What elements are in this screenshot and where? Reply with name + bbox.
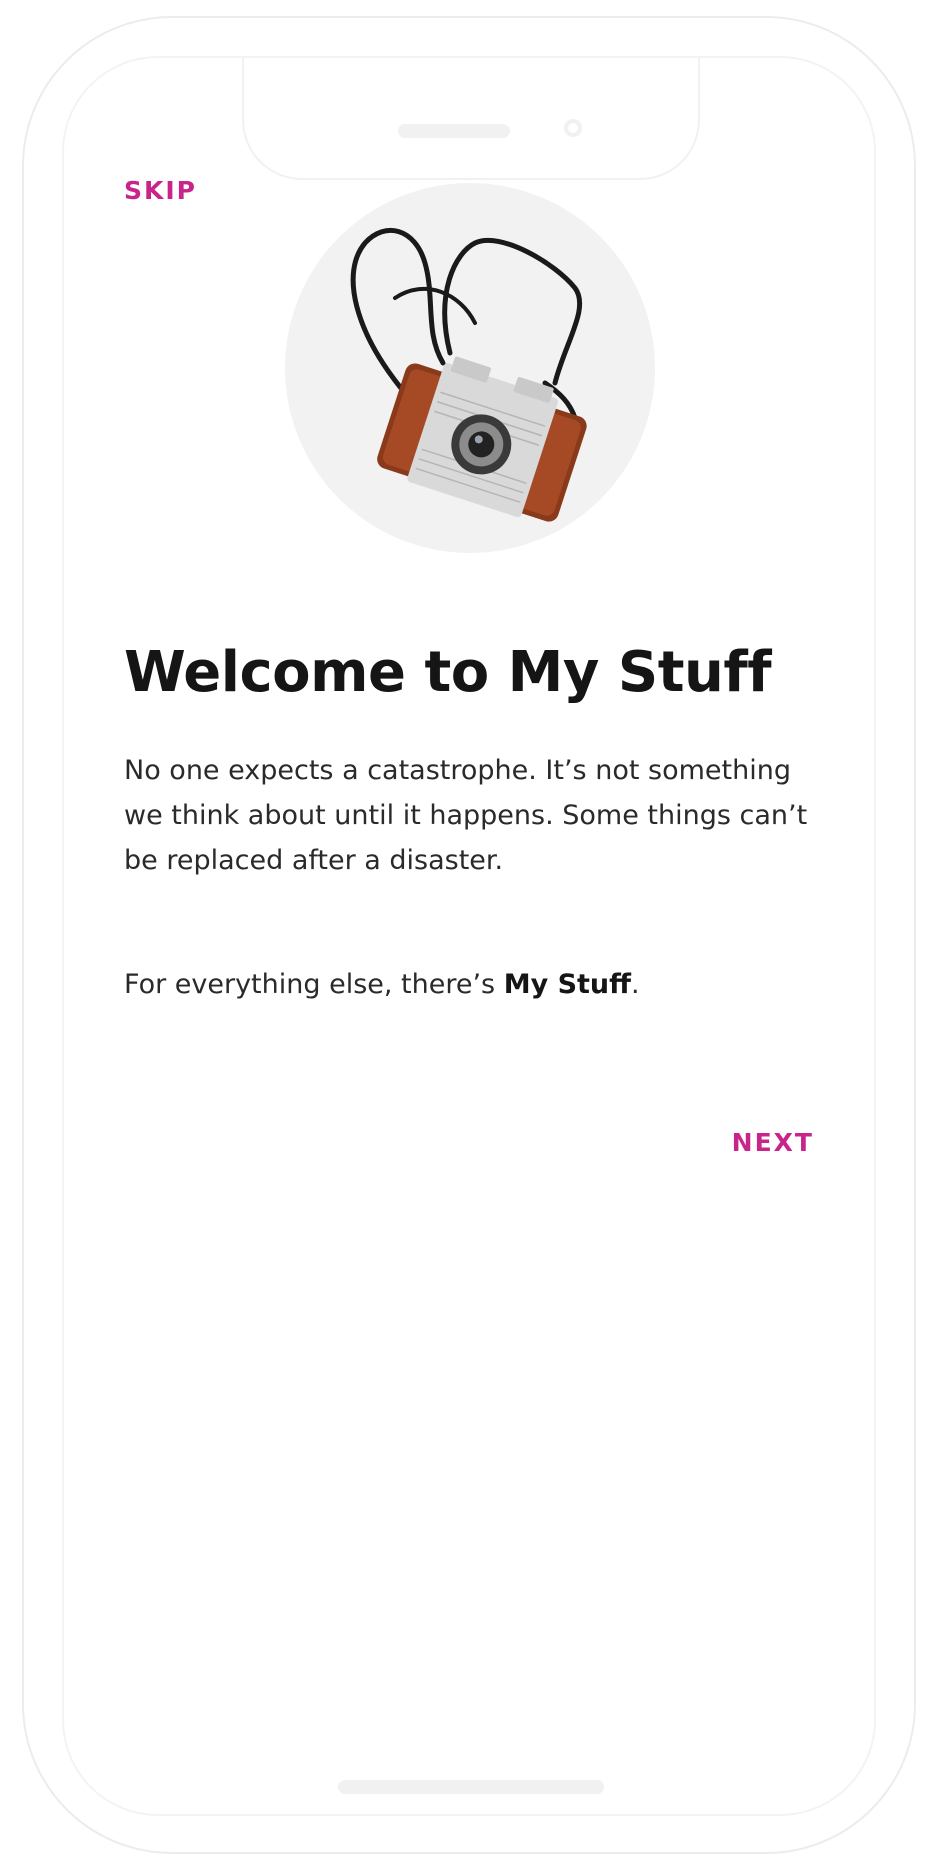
page-title: Welcome to My Stuff [124,640,772,705]
hero-image-camera [285,183,655,553]
camera-illustration [350,227,587,522]
app-screen: SKIP Welcome to My Stuff No one expects … [62,56,876,1816]
next-button[interactable]: NEXT [732,1128,814,1157]
intro-paragraph: No one expects a catastrophe. It’s not s… [124,755,808,876]
brand-name: My Stuff [503,969,632,1000]
device-notch [242,58,700,180]
front-camera [564,119,582,137]
skip-button[interactable]: SKIP [124,176,197,205]
speaker-grille [398,124,510,138]
closing-paragraph-suffix: . [631,969,640,1000]
home-indicator[interactable] [338,1780,604,1794]
closing-paragraph-prefix: For everything else, there’s [124,969,504,1000]
closing-paragraph: For everything else, there’s My Stuff. [124,962,824,1007]
